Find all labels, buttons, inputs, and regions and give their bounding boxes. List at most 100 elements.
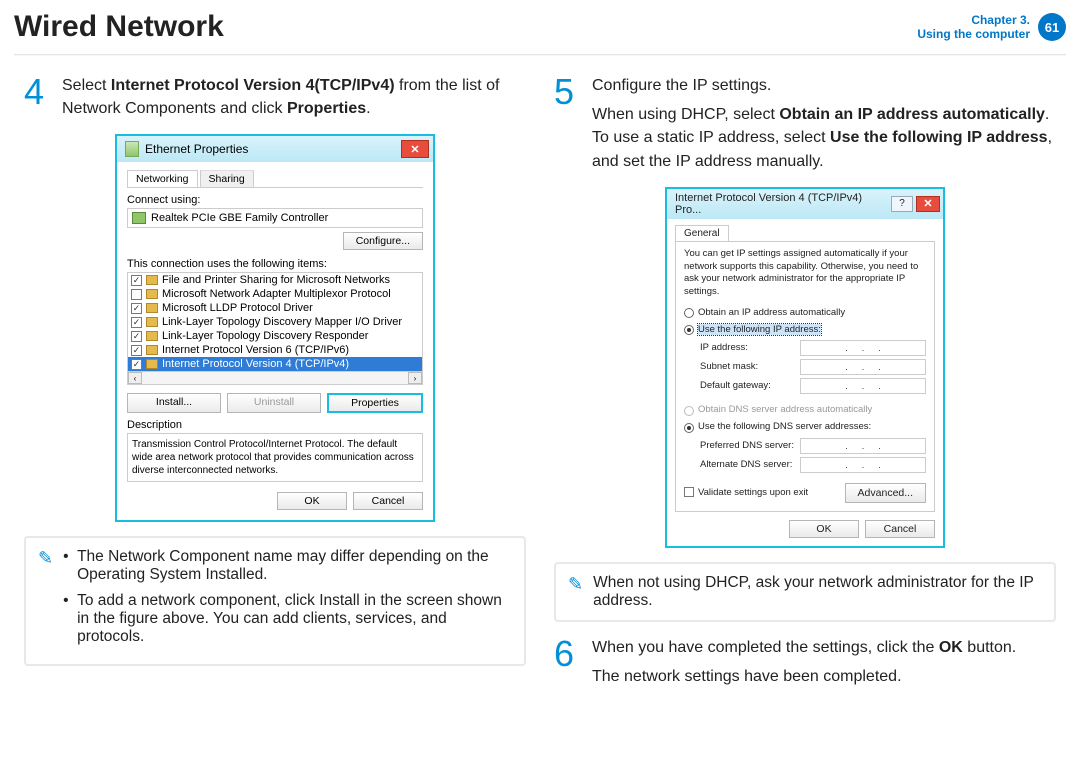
- radio-icon: [684, 423, 694, 433]
- install-button[interactable]: Install...: [127, 393, 221, 413]
- checkbox-icon[interactable]: ✓: [131, 331, 142, 342]
- component-icon: [146, 345, 158, 355]
- scroll-track[interactable]: [142, 372, 408, 384]
- ethernet-properties-dialog: Ethernet Properties ✕ Networking Sharing…: [115, 134, 435, 522]
- dialog-tabs: Networking Sharing: [127, 170, 423, 188]
- nic-icon: [132, 212, 146, 224]
- list-item[interactable]: ✓Link-Layer Topology Discovery Mapper I/…: [128, 315, 422, 329]
- page-title: Wired Network: [14, 10, 917, 44]
- list-item[interactable]: ✓Internet Protocol Version 6 (TCP/IPv6): [128, 343, 422, 357]
- close-button[interactable]: ✕: [916, 196, 940, 212]
- subnet-mask-row: Subnet mask:...: [700, 359, 926, 375]
- configure-button[interactable]: Configure...: [343, 232, 423, 250]
- component-icon: [146, 303, 158, 313]
- description-text: Transmission Control Protocol/Internet P…: [127, 433, 423, 482]
- component-icon: [146, 359, 158, 369]
- checkbox-icon[interactable]: [131, 289, 142, 300]
- ipv4-properties-dialog: Internet Protocol Version 4 (TCP/IPv4) P…: [665, 187, 945, 548]
- nic-field: Realtek PCIe GBE Family Controller: [127, 208, 423, 228]
- left-column: 4 Select Internet Protocol Version 4(TCP…: [24, 74, 526, 702]
- nic-name: Realtek PCIe GBE Family Controller: [151, 212, 328, 224]
- cancel-button[interactable]: Cancel: [353, 492, 423, 510]
- ok-button[interactable]: OK: [789, 520, 859, 538]
- chapter-label: Chapter 3.: [917, 13, 1030, 27]
- radio-obtain-ip[interactable]: Obtain an IP address automatically: [684, 307, 926, 321]
- general-group: You can get IP settings assigned automat…: [675, 241, 935, 512]
- preferred-dns-row: Preferred DNS server:...: [700, 438, 926, 454]
- checkbox-icon: [684, 487, 694, 497]
- dialog-title: Ethernet Properties: [145, 142, 401, 156]
- right-column: 5 Configure the IP settings. When using …: [554, 74, 1056, 702]
- note-item: To add a network component, click Instal…: [63, 592, 512, 646]
- validate-checkbox[interactable]: Validate settings upon exit: [684, 487, 808, 500]
- checkbox-icon[interactable]: ✓: [131, 303, 142, 314]
- radio-use-ip[interactable]: Use the following IP address:: [684, 324, 926, 338]
- checkbox-icon[interactable]: ✓: [131, 359, 142, 370]
- note-box: ✎ The Network Component name may differ …: [24, 536, 526, 666]
- checkbox-icon[interactable]: ✓: [131, 345, 142, 356]
- list-item-selected[interactable]: ✓Internet Protocol Version 4 (TCP/IPv4): [128, 357, 422, 371]
- step-number: 5: [554, 74, 582, 173]
- component-icon: [146, 275, 158, 285]
- note-text: When not using DHCP, ask your network ad…: [593, 574, 1042, 610]
- radio-obtain-dns[interactable]: Obtain DNS server address automatically: [684, 404, 926, 418]
- uninstall-button[interactable]: Uninstall: [227, 393, 321, 413]
- step-number: 6: [554, 636, 582, 688]
- radio-icon: [684, 406, 694, 416]
- list-item[interactable]: ✓Link-Layer Topology Discovery Responder: [128, 329, 422, 343]
- note-list: The Network Component name may differ de…: [63, 548, 512, 654]
- component-icon: [146, 331, 158, 341]
- step-5: 5 Configure the IP settings. When using …: [554, 74, 1056, 173]
- tab-networking[interactable]: Networking: [127, 170, 198, 187]
- note-icon: ✎: [568, 574, 583, 610]
- alternate-dns-input[interactable]: ...: [800, 457, 926, 473]
- component-icon: [146, 289, 158, 299]
- chapter-info: Chapter 3. Using the computer: [917, 13, 1030, 42]
- default-gateway-row: Default gateway:...: [700, 378, 926, 394]
- step-text: Configure the IP settings. When using DH…: [592, 74, 1056, 173]
- scroll-right-icon[interactable]: ›: [408, 372, 422, 384]
- step-number: 4: [24, 74, 52, 120]
- properties-button[interactable]: Properties: [327, 393, 423, 413]
- list-item[interactable]: Microsoft Network Adapter Multiplexor Pr…: [128, 287, 422, 301]
- list-item[interactable]: ✓File and Printer Sharing for Microsoft …: [128, 273, 422, 287]
- component-icon: [146, 317, 158, 327]
- cancel-button[interactable]: Cancel: [865, 520, 935, 538]
- ethernet-icon: [125, 141, 139, 157]
- page-number-badge: 61: [1038, 13, 1066, 41]
- ip-address-input[interactable]: ...: [800, 340, 926, 356]
- intro-text: You can get IP settings assigned automat…: [684, 248, 926, 299]
- radio-icon: [684, 325, 694, 335]
- note-item: The Network Component name may differ de…: [63, 548, 512, 584]
- dialog-titlebar: Internet Protocol Version 4 (TCP/IPv4) P…: [667, 189, 943, 219]
- horizontal-scrollbar[interactable]: ‹ ›: [128, 371, 422, 384]
- network-components-list[interactable]: ✓File and Printer Sharing for Microsoft …: [127, 272, 423, 385]
- alternate-dns-row: Alternate DNS server:...: [700, 457, 926, 473]
- subnet-mask-input[interactable]: ...: [800, 359, 926, 375]
- note-box: ✎ When not using DHCP, ask your network …: [554, 562, 1056, 622]
- tab-general[interactable]: General: [675, 225, 729, 241]
- step-6: 6 When you have completed the settings, …: [554, 636, 1056, 688]
- close-button[interactable]: ✕: [401, 140, 429, 158]
- ip-address-row: IP address:...: [700, 340, 926, 356]
- step-4: 4 Select Internet Protocol Version 4(TCP…: [24, 74, 526, 120]
- ok-button[interactable]: OK: [277, 492, 347, 510]
- description-label: Description: [127, 419, 423, 431]
- note-icon: ✎: [38, 548, 53, 654]
- page-header: Wired Network Chapter 3. Using the compu…: [0, 0, 1080, 54]
- radio-use-dns[interactable]: Use the following DNS server addresses:: [684, 421, 926, 435]
- preferred-dns-input[interactable]: ...: [800, 438, 926, 454]
- header-rule: [14, 54, 1066, 56]
- help-button[interactable]: ?: [891, 196, 913, 212]
- connect-using-label: Connect using:: [127, 194, 423, 206]
- scroll-left-icon[interactable]: ‹: [128, 372, 142, 384]
- radio-icon: [684, 308, 694, 318]
- dialog-title: Internet Protocol Version 4 (TCP/IPv4) P…: [675, 192, 891, 216]
- advanced-button[interactable]: Advanced...: [845, 483, 926, 503]
- checkbox-icon[interactable]: ✓: [131, 317, 142, 328]
- tab-sharing[interactable]: Sharing: [200, 170, 254, 187]
- step-text: When you have completed the settings, cl…: [592, 636, 1016, 688]
- list-item[interactable]: ✓Microsoft LLDP Protocol Driver: [128, 301, 422, 315]
- checkbox-icon[interactable]: ✓: [131, 275, 142, 286]
- default-gateway-input[interactable]: ...: [800, 378, 926, 394]
